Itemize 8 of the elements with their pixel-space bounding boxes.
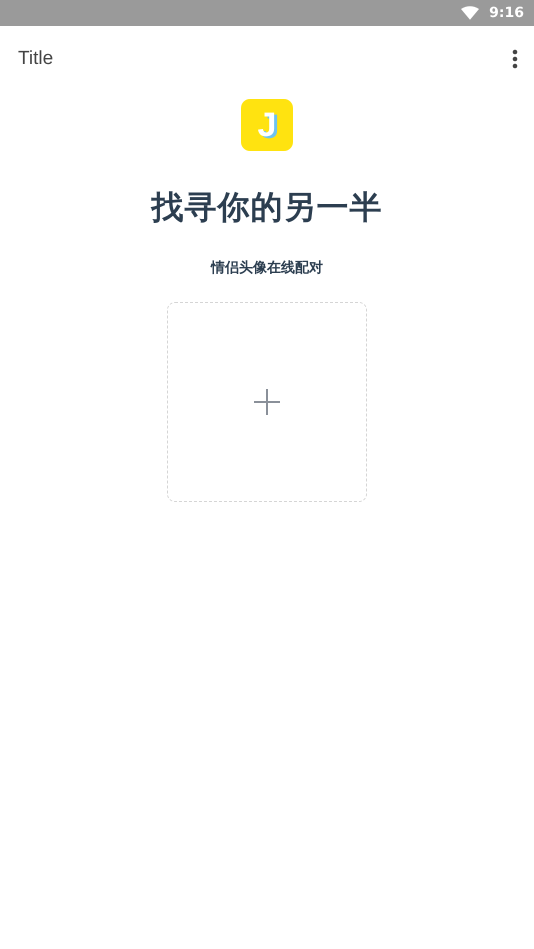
plus-icon <box>254 389 280 415</box>
app-title: Title <box>18 48 54 70</box>
more-icon <box>512 49 518 69</box>
app-logo: J <box>241 99 293 151</box>
headline: 找寻你的另一半 <box>152 187 382 227</box>
subtitle: 情侣头像在线配对 <box>211 259 323 277</box>
status-time: 9:16 <box>489 5 524 21</box>
wifi-icon <box>461 6 480 20</box>
